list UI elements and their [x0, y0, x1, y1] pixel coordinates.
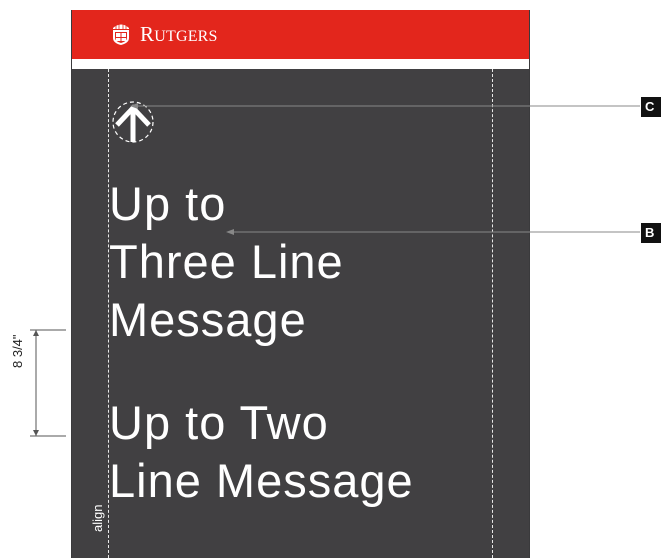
wordmark-rest: UTGERS — [154, 28, 218, 45]
header-divider — [72, 59, 529, 69]
sign-panel: RUTGERS Up to Three Line Message Up to T… — [71, 10, 530, 558]
message-line: Three Line — [109, 235, 344, 288]
three-line-message: Up to Three Line Message — [109, 175, 344, 349]
dimension-label: 8 3/4" — [10, 334, 25, 368]
dimension-bottom-arrowhead — [33, 430, 39, 436]
two-line-message: Up to Two Line Message — [109, 394, 414, 510]
callout-c-badge: C — [641, 97, 661, 117]
message-line: Up to Two — [109, 396, 329, 449]
message-line: Line Message — [109, 454, 414, 507]
wordmark-initial: R — [140, 22, 155, 46]
sign-header: RUTGERS — [72, 10, 529, 59]
rutgers-shield-icon — [113, 23, 129, 45]
message-line: Up to — [109, 177, 227, 230]
align-label: align — [90, 504, 105, 532]
rutgers-wordmark: RUTGERS — [140, 22, 218, 49]
message-line: Message — [109, 293, 307, 346]
callout-b-badge: B — [641, 223, 661, 243]
right-align-guide — [492, 69, 493, 558]
up-arrow-icon — [112, 101, 154, 143]
dimension-top-arrowhead — [33, 330, 39, 336]
